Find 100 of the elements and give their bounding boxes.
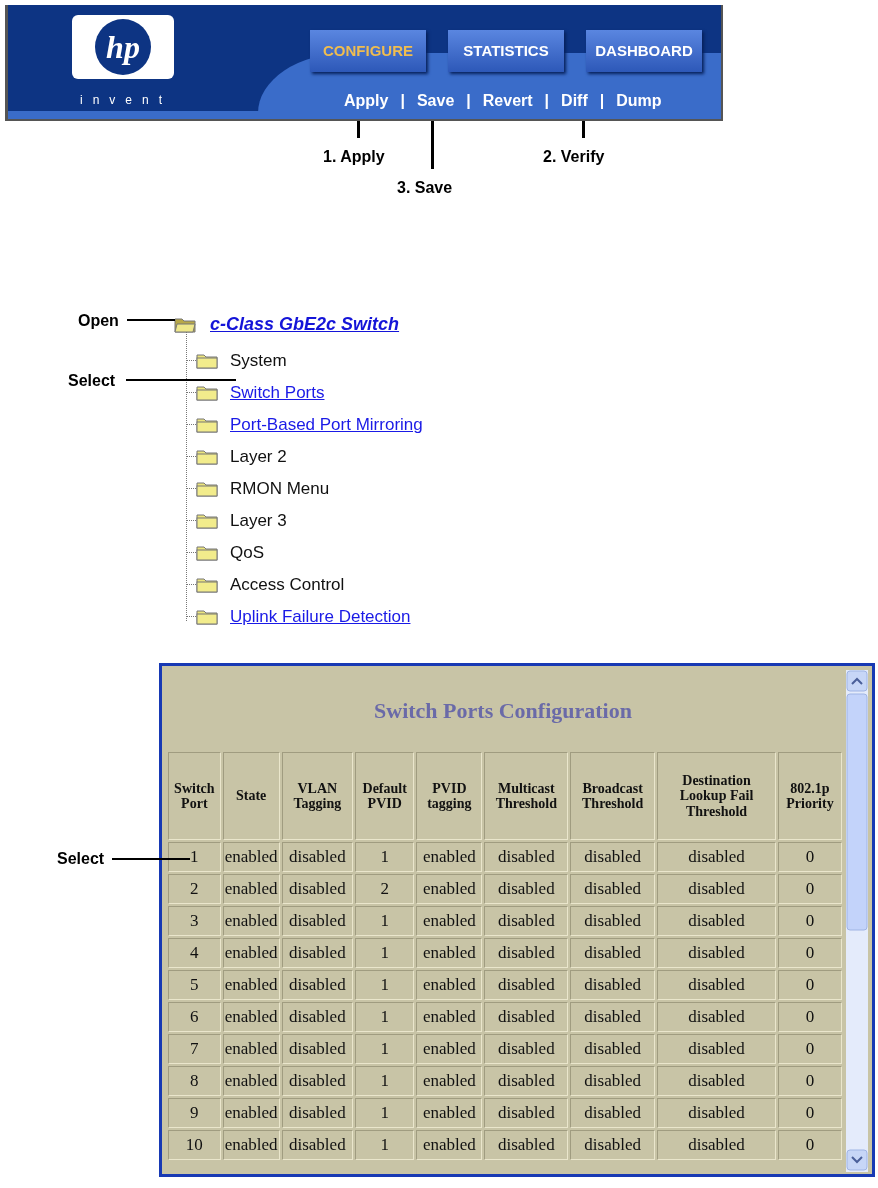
port-link[interactable]: 1 <box>190 847 199 867</box>
leader-line <box>127 319 175 321</box>
port-link[interactable]: 2 <box>190 879 199 899</box>
scrollbar[interactable] <box>846 670 868 1172</box>
table-cell: 1 <box>355 938 415 968</box>
tree-item[interactable]: QoS <box>230 540 265 566</box>
table-cell: enabled <box>222 1002 280 1032</box>
table-cell: disabled <box>281 1098 354 1128</box>
table-cell: enabled <box>416 1098 483 1128</box>
table-cell: disabled <box>281 874 354 904</box>
table-cell: disabled <box>281 970 354 1000</box>
callout-label: Open <box>78 311 119 331</box>
table-cell: disabled <box>281 938 354 968</box>
tree-link[interactable]: Uplink Failure Detection <box>230 604 411 630</box>
logo-tagline: invent <box>80 92 173 109</box>
table-cell: disabled <box>657 1130 776 1160</box>
table-cell: disabled <box>281 906 354 936</box>
table-cell: disabled <box>657 1066 776 1096</box>
table-cell: disabled <box>570 970 656 1000</box>
tree-root-link[interactable]: c-Class GbE2c Switch <box>210 311 400 338</box>
table-cell: 0 <box>777 842 842 872</box>
table-cell: enabled <box>416 874 483 904</box>
callout-label: Select <box>57 849 105 869</box>
table-cell: enabled <box>222 906 280 936</box>
table-cell: enabled <box>416 1130 483 1160</box>
table-cell: 2 <box>355 874 415 904</box>
table-cell: disabled <box>570 938 656 968</box>
table-cell: disabled <box>281 1034 354 1064</box>
table-cell: enabled <box>416 938 483 968</box>
leader-line <box>431 121 434 169</box>
tree-link[interactable]: Port-Based Port Mirroring <box>230 412 423 438</box>
table-cell: disabled <box>281 1002 354 1032</box>
callout-label: 2. Verify <box>543 147 605 167</box>
table-cell: disabled <box>484 1098 569 1128</box>
table-cell: disabled <box>484 938 569 968</box>
table-cell: disabled <box>570 1066 656 1096</box>
table-cell: disabled <box>484 1034 569 1064</box>
tree-link[interactable]: Switch Ports <box>230 380 325 406</box>
table-cell: enabled <box>416 1002 483 1032</box>
table-cell: enabled <box>416 842 483 872</box>
table-cell: 1 <box>355 842 415 872</box>
table-cell: disabled <box>281 1066 354 1096</box>
port-link[interactable]: 3 <box>190 911 199 931</box>
tree-item[interactable]: Access Control <box>230 572 345 598</box>
table-cell: disabled <box>570 1002 656 1032</box>
column-header: Default PVID <box>355 752 415 840</box>
action-link[interactable]: Dump <box>616 89 662 113</box>
table-cell: disabled <box>657 906 776 936</box>
link-separator: | <box>466 91 471 111</box>
table-cell: 1 <box>355 1098 415 1128</box>
table-cell: disabled <box>281 1130 354 1160</box>
table-cell: disabled <box>570 1130 656 1160</box>
table-cell: disabled <box>657 842 776 872</box>
nav-tab[interactable]: STATISTICS <box>448 30 564 72</box>
tree-item[interactable]: System <box>230 348 287 374</box>
column-header: Broadcast Threshold <box>570 752 656 840</box>
column-header: Switch Port <box>168 752 221 840</box>
port-link[interactable]: 8 <box>190 1071 199 1091</box>
column-header: State <box>222 752 280 840</box>
table-cell: disabled <box>570 874 656 904</box>
port-link[interactable]: 7 <box>190 1039 199 1059</box>
table-cell: enabled <box>222 1098 280 1128</box>
table-cell: 1 <box>355 1066 415 1096</box>
table-cell: 1 <box>355 1034 415 1064</box>
action-link[interactable]: Save <box>416 89 455 113</box>
table-cell: enabled <box>222 970 280 1000</box>
action-link[interactable]: Apply <box>344 89 389 113</box>
tree-item[interactable]: RMON Menu <box>230 476 330 502</box>
port-link[interactable]: 4 <box>190 943 199 963</box>
table-cell: disabled <box>570 842 656 872</box>
port-link[interactable]: 9 <box>190 1103 199 1123</box>
port-link[interactable]: 6 <box>190 1007 199 1027</box>
tree-item[interactable]: Layer 3 <box>230 508 287 534</box>
nav-tab[interactable]: DASHBOARD <box>586 30 702 72</box>
table-cell: enabled <box>222 1066 280 1096</box>
action-link[interactable]: Revert <box>482 89 533 113</box>
callout-label: 3. Save <box>397 178 453 198</box>
table-cell: 0 <box>777 970 842 1000</box>
table-cell: disabled <box>570 1034 656 1064</box>
column-header: 802.1p Priority <box>777 752 842 840</box>
table-cell: disabled <box>657 1002 776 1032</box>
table-cell: 1 <box>355 906 415 936</box>
table-cell: enabled <box>222 874 280 904</box>
column-header: PVID tagging <box>416 752 483 840</box>
table-cell: enabled <box>222 1034 280 1064</box>
table-cell: 0 <box>777 1130 842 1160</box>
table-cell: disabled <box>484 1002 569 1032</box>
table-cell: enabled <box>416 1066 483 1096</box>
table-cell: enabled <box>416 970 483 1000</box>
port-link[interactable]: 5 <box>190 975 199 995</box>
table-cell: disabled <box>570 906 656 936</box>
table-cell: 0 <box>777 1098 842 1128</box>
table-cell: 0 <box>777 906 842 936</box>
table-cell: disabled <box>281 842 354 872</box>
table-cell: enabled <box>222 842 280 872</box>
action-link[interactable]: Diff <box>561 89 588 113</box>
table-cell: enabled <box>416 1034 483 1064</box>
table-cell: disabled <box>657 938 776 968</box>
tree-item[interactable]: Layer 2 <box>230 444 287 470</box>
table-cell: 0 <box>777 1034 842 1064</box>
